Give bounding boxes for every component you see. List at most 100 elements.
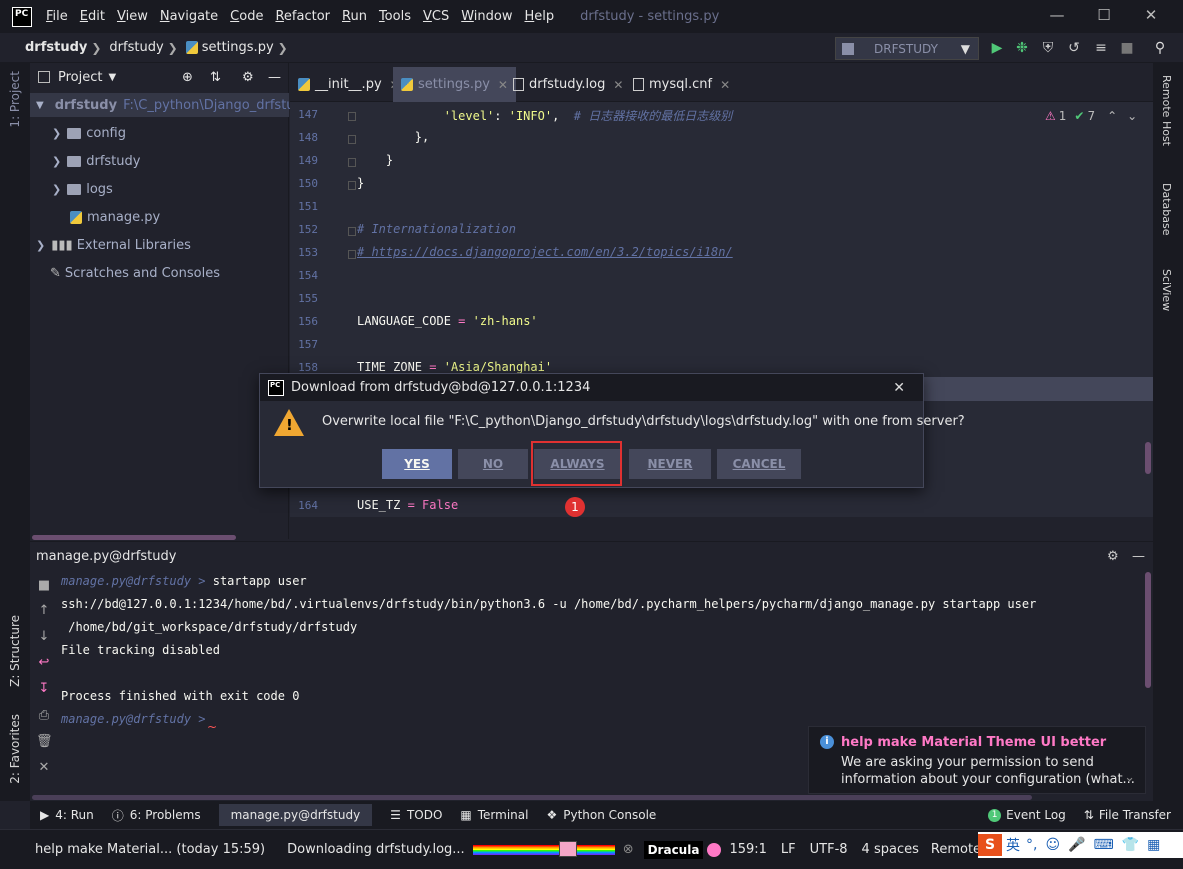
breadcrumb-folder[interactable]: drfstudy (109, 40, 163, 55)
menu-vcs[interactable]: VCS (423, 9, 449, 24)
tab-project[interactable]: 1: Project (8, 71, 22, 128)
grid-menu-icon[interactable]: ▦ (1147, 837, 1160, 853)
maximize-icon[interactable]: ☐ (1094, 6, 1114, 26)
close-icon[interactable]: ✕ (36, 760, 52, 776)
menu-view[interactable]: View (117, 9, 148, 24)
tool-event-log[interactable]: 1 Event Log (988, 808, 1066, 822)
code-line[interactable]: USE_TZ = False (357, 498, 458, 512)
soft-wrap-icon[interactable]: ↩ (36, 655, 52, 671)
tree-item-external-libraries[interactable]: ❯ ▮▮▮ External Libraries (36, 233, 191, 257)
tree-item-manage-py[interactable]: manage.py (70, 205, 160, 229)
locate-icon[interactable]: ⊕ (182, 70, 193, 85)
status-message[interactable]: help make Material... (today 15:59) (35, 842, 265, 857)
sogou-logo[interactable]: S (978, 834, 1002, 856)
menu-help[interactable]: Help (525, 9, 555, 24)
fold-marker[interactable] (348, 250, 356, 259)
yes-button[interactable]: YES (382, 449, 452, 479)
emoji-icon[interactable]: ☺ (1045, 837, 1060, 853)
menu-run[interactable]: Run (342, 9, 367, 24)
close-tab-icon[interactable]: ✕ (613, 78, 623, 92)
chevron-down-icon[interactable]: ⌄ (1124, 770, 1135, 785)
never-button[interactable]: NEVER (629, 449, 711, 479)
fold-marker[interactable] (348, 227, 356, 236)
run-icon[interactable]: ▶ (989, 40, 1005, 56)
no-button[interactable]: NO (458, 449, 528, 479)
stop-icon[interactable]: ■ (36, 578, 52, 594)
arrow-down-icon[interactable]: ↓ (36, 629, 52, 645)
menu-navigate[interactable]: Navigate (160, 9, 218, 24)
close-icon[interactable]: ✕ (893, 380, 905, 396)
notification-balloon[interactable]: i help make Material Theme UI better We … (808, 726, 1146, 794)
run-config-select[interactable]: DRFSTUDY ▼ (835, 37, 979, 60)
tree-item-scratches[interactable]: ✎ Scratches and Consoles (50, 261, 220, 285)
code-line[interactable]: # https://docs.djangoproject.com/en/3.2/… (357, 245, 733, 259)
code-line[interactable]: # Internationalization (357, 222, 516, 236)
menu-tools[interactable]: Tools (379, 9, 411, 24)
tab-database[interactable]: Database (1160, 183, 1173, 236)
chevron-up-icon[interactable]: ⌃ (1107, 109, 1117, 123)
arrow-up-icon[interactable]: ↑ (36, 603, 52, 619)
indent-setting[interactable]: 4 spaces (862, 842, 919, 857)
run-panel-title[interactable]: manage.py@drfstudy (36, 549, 176, 564)
theme-badge[interactable]: Dracula (643, 840, 704, 859)
tab-remote-host[interactable]: Remote Host (1160, 75, 1173, 146)
coverage-icon[interactable]: ⛨ (1040, 40, 1056, 56)
gear-icon[interactable]: ⚙ (1107, 549, 1119, 564)
tab-sciview[interactable]: SciView (1160, 269, 1173, 311)
ime-language[interactable]: 英 (1006, 835, 1020, 855)
trash-icon[interactable]: 🗑 (36, 734, 53, 750)
close-window-icon[interactable]: ✕ (1141, 6, 1161, 26)
chevron-down-icon[interactable]: ⌄ (1127, 109, 1137, 123)
debug-icon[interactable]: ❉ (1014, 40, 1030, 56)
hide-icon[interactable]: — (1132, 549, 1145, 564)
tab-mysql-cnf[interactable]: mysql.cnf ✕ (625, 67, 738, 102)
tree-item-config[interactable]: ❯ config (52, 121, 126, 145)
breadcrumb-project[interactable]: drfstudy (25, 40, 87, 55)
menu-code[interactable]: Code (230, 9, 263, 24)
cancel-button[interactable]: CANCEL (717, 449, 801, 479)
tab-favorites[interactable]: 2: Favorites (8, 714, 22, 784)
project-panel-title[interactable]: Project (58, 70, 102, 85)
menu-file[interactable]: File (46, 9, 68, 24)
tool-todo[interactable]: ☰ TODO (390, 808, 442, 822)
breadcrumb-file[interactable]: settings.py (202, 40, 274, 55)
microphone-icon[interactable]: 🎤 (1068, 837, 1085, 853)
close-tab-icon[interactable]: ✕ (720, 78, 730, 92)
tool-run[interactable]: ▶ 4: Run (40, 808, 94, 822)
tab-init-py[interactable]: __init__.py✕ (290, 67, 408, 102)
tree-item-drfstudy[interactable]: ❯ drfstudy (52, 149, 140, 173)
cancel-download-icon[interactable]: ⊗ (623, 842, 634, 857)
line-separator[interactable]: LF (781, 842, 796, 857)
menu-refactor[interactable]: Refactor (275, 9, 330, 24)
console-scrollbar[interactable] (1145, 572, 1151, 688)
fold-marker[interactable] (348, 135, 356, 144)
skin-icon[interactable]: 👕 (1122, 837, 1139, 853)
fold-marker[interactable] (348, 158, 356, 167)
code-line[interactable]: }, (357, 130, 429, 144)
code-line[interactable]: 'level': 'INFO', # 日志器接收的最低日志级别 (357, 107, 733, 124)
inspection-widget[interactable]: ⚠ 1 ✔ 7 ⌃ ⌄ (1045, 105, 1155, 127)
minimize-icon[interactable]: — (1047, 6, 1067, 26)
fold-marker[interactable] (348, 112, 356, 121)
collapse-all-icon[interactable]: ⇅ (210, 70, 221, 85)
gear-icon[interactable]: ⚙ (242, 70, 254, 85)
code-line[interactable]: } (357, 176, 364, 190)
hide-icon[interactable]: — (268, 70, 281, 85)
tab-structure[interactable]: Z: Structure (8, 615, 22, 687)
code-line[interactable]: } (357, 153, 393, 167)
concurrency-icon[interactable]: ≡ (1093, 40, 1109, 56)
editor-scrollbar[interactable] (1145, 442, 1151, 474)
tool-problems[interactable]: ⓘ 6: Problems (112, 807, 201, 824)
tool-file-transfer[interactable]: ⇅ File Transfer (1084, 808, 1171, 822)
tool-python-console[interactable]: ❖ Python Console (546, 808, 656, 822)
file-encoding[interactable]: UTF-8 (810, 842, 848, 857)
profile-icon[interactable]: ↺ (1066, 40, 1082, 56)
notification-title[interactable]: help make Material Theme UI better (841, 735, 1135, 750)
keyboard-icon[interactable]: ⌨ (1094, 837, 1114, 853)
tree-item-logs[interactable]: ❯ logs (52, 177, 113, 201)
fold-marker[interactable] (348, 181, 356, 190)
menu-edit[interactable]: Edit (80, 9, 105, 24)
console-h-scrollbar[interactable] (32, 795, 1032, 800)
tree-root-row[interactable]: ▼ drfstudy F:\C_python\Django_drfstud (30, 93, 303, 117)
print-icon[interactable]: ⎙ (36, 708, 52, 724)
